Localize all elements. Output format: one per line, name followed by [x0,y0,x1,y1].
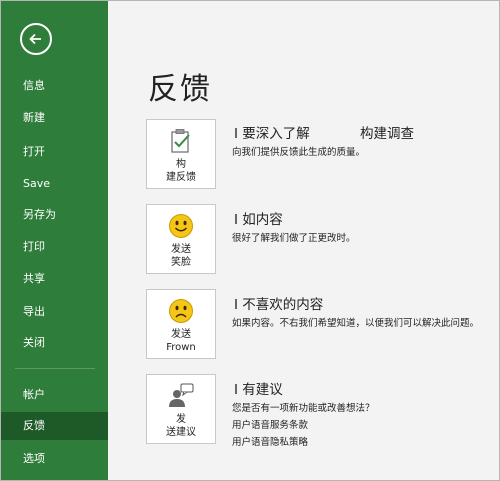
build-feedback-button[interactable]: 构 建反馈 [146,119,216,189]
section-desc-suggestion: 您是否有一项新功能或改善想法？ [232,403,375,414]
sidebar-item-save-as[interactable]: 另存为 [1,201,108,229]
sidebar-item-share[interactable]: 共享 [1,265,108,293]
sidebar-item-account[interactable]: 帐户 [1,381,108,409]
send-frown-button[interactable]: 发送 Frown [146,289,216,359]
sidebar-divider [15,368,95,369]
person-chat-icon [169,383,194,407]
section-desc-dislike: 如果内容。不右我们希望知道，以便我们可以解决此问题。 [232,318,480,329]
section-desc-survey: 向我们提供反馈此生成的质量。 [232,147,366,158]
section-title-dislike: I 不喜欢的内容 [234,297,324,313]
uservoice-terms-link[interactable]: 用户语音服务条款 [232,417,308,431]
section-title-survey: I 要深入了解 [234,126,310,142]
tile-label-line2: 笑脸 [171,257,191,268]
tile-label-line2: 送建议 [166,427,196,438]
back-arrow-icon [29,33,41,45]
sidebar-item-info[interactable]: 信息 [1,72,108,100]
sidebar-item-close[interactable]: 关闭 [1,329,108,357]
build-survey-link[interactable]: 构建调查 [360,122,414,142]
feedback-pane: 反馈 构 建反馈 I 要深入了解 构建调查 向我们提供反馈此生成的质量。 发送 … [108,1,499,480]
sidebar-item-print[interactable]: 打印 [1,233,108,261]
clipboard-check-icon [171,129,190,153]
tile-label-line1: 发 [176,414,186,425]
frown-icon [169,299,193,323]
sidebar-item-save[interactable]: Save [1,170,108,198]
send-smile-button[interactable]: 发送 笑脸 [146,204,216,274]
tile-label-line1: 发送 [171,329,191,340]
backstage-window: 信息 新建 打开 Save 另存为 打印 共享 导出 关闭 帐户 反馈 选项 反… [0,0,500,481]
uservoice-privacy-link[interactable]: 用户语音隐私策略 [232,434,308,448]
sidebar-item-export[interactable]: 导出 [1,298,108,326]
section-title-suggestion: I 有建议 [234,382,283,398]
smiley-icon [169,214,193,238]
tile-label-line2: 建反馈 [166,172,196,183]
sidebar-item-open[interactable]: 打开 [1,138,108,166]
sidebar-item-options[interactable]: 选项 [1,445,108,473]
back-button[interactable] [20,23,52,55]
sidebar-item-new[interactable]: 新建 [1,104,108,132]
send-suggestion-button[interactable]: 发 送建议 [146,374,216,444]
tile-label-line1: 构 [176,159,186,170]
tile-label-line2: Frown [166,342,196,353]
tile-label-line1: 发送 [171,244,191,255]
section-desc-like: 很好了解我们做了正更改时。 [232,233,356,244]
page-title: 反馈 [148,72,212,107]
backstage-sidebar: 信息 新建 打开 Save 另存为 打印 共享 导出 关闭 帐户 反馈 选项 [1,1,108,480]
sidebar-item-feedback[interactable]: 反馈 [1,412,108,440]
section-title-like: I 如内容 [234,212,283,228]
